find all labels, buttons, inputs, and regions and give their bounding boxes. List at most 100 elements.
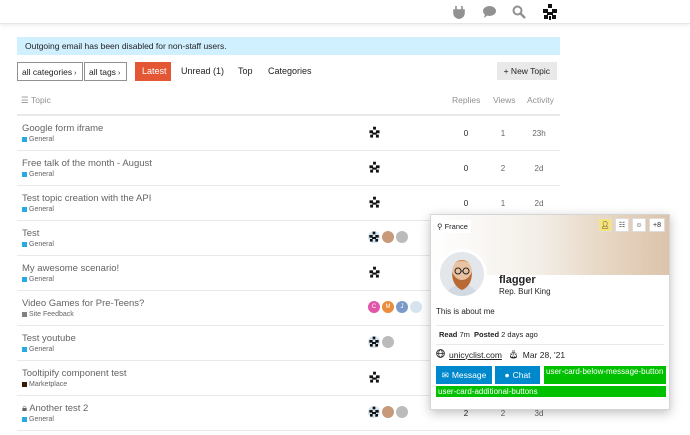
topic-title-link[interactable]: Video Games for Pre-Teens? — [22, 298, 144, 309]
replies-count: 0 — [463, 129, 469, 138]
topic-title-link[interactable]: Free talk of the month - August — [22, 158, 152, 169]
search-icon[interactable] — [510, 3, 528, 21]
category-name: General — [29, 136, 54, 143]
website: unicyclist.com — [436, 349, 502, 360]
poster-avatar[interactable] — [368, 371, 381, 384]
poster-avatar[interactable] — [382, 336, 394, 348]
website-link[interactable]: unicyclist.com — [449, 350, 502, 360]
activity-time[interactable]: 2d — [528, 199, 550, 208]
topic-title-link[interactable]: Test — [22, 228, 39, 239]
user-avatar-large[interactable] — [437, 249, 487, 299]
cake-icon: 🎂︎ — [508, 349, 519, 359]
topic-title-link[interactable]: Test topic creation with the API — [22, 193, 151, 204]
posters: C M J — [368, 301, 422, 313]
globe-icon — [436, 349, 445, 360]
chat-button[interactable]: ● Chat — [495, 366, 540, 384]
email-disabled-notice: Outgoing email has been disabled for non… — [17, 37, 560, 55]
poster-avatar[interactable] — [368, 336, 380, 348]
category-badge[interactable]: General — [22, 136, 54, 143]
column-topic[interactable]: Topic — [31, 95, 51, 105]
topic-row: Free talk of the month - August General … — [17, 151, 560, 186]
posters — [368, 196, 381, 209]
user-card-additional-buttons-outlet: user-card-additional-buttons — [436, 386, 666, 397]
list-icon: ☰ — [21, 95, 29, 105]
badge-icon[interactable]: ☷ — [615, 218, 629, 232]
poster-avatar[interactable] — [382, 406, 394, 418]
poster-avatar[interactable] — [382, 231, 394, 243]
user-stats: Read 7m Posted 2 days ago — [439, 330, 538, 339]
column-replies[interactable]: Replies — [452, 95, 480, 105]
topic-title-link[interactable]: 🔒︎ Another test 2 — [22, 403, 88, 414]
views-count: 1 — [500, 129, 506, 138]
category-badge[interactable]: Site Feedback — [22, 311, 74, 318]
poster-avatar[interactable] — [368, 231, 380, 243]
username[interactable]: flagger — [499, 274, 536, 286]
tab-latest[interactable]: Latest — [135, 62, 171, 81]
smiley-badge-icon[interactable]: ☺ — [632, 218, 646, 232]
read-value: 7m — [459, 330, 470, 339]
activity-time[interactable]: 2d — [528, 164, 550, 173]
category-badge[interactable]: General — [22, 241, 54, 248]
tab-top[interactable]: Top — [232, 62, 259, 81]
category-badge[interactable]: General — [22, 171, 54, 178]
activity-time[interactable]: 23h — [528, 129, 550, 138]
divider — [436, 325, 664, 326]
topic-title-link[interactable]: Google form iframe — [22, 123, 103, 134]
poster-avatar[interactable] — [368, 406, 380, 418]
message-button-label: Message — [451, 370, 487, 380]
category-badge[interactable]: General — [22, 206, 54, 213]
topic-navigation: all categories › all tags › Latest Unread … — [17, 62, 560, 81]
topic-title-link[interactable]: Tooltipify component test — [22, 368, 127, 379]
category-badge[interactable]: General — [22, 276, 54, 283]
user-card-below-message-button-outlet: user-card-below-message-button — [544, 366, 666, 384]
activity-time[interactable]: 3d — [528, 409, 550, 418]
category-name: Site Feedback — [29, 311, 74, 318]
poster-avatar[interactable] — [368, 266, 381, 279]
views-count: 1 — [500, 199, 506, 208]
tags-dropdown[interactable]: all tags › — [84, 62, 127, 81]
category-badge[interactable]: Marketplace — [22, 381, 67, 388]
site-header — [0, 0, 690, 24]
message-button[interactable]: ✉ Message — [436, 366, 492, 384]
topic-row: Google form iframe General 0 1 23h — [17, 116, 560, 151]
category-badge[interactable]: General — [22, 416, 54, 423]
poster-avatar[interactable]: J — [396, 301, 408, 313]
poster-avatar[interactable] — [368, 161, 381, 174]
poster-avatar[interactable] — [368, 126, 381, 139]
tab-categories[interactable]: Categories — [262, 62, 318, 81]
posted-value: 2 days ago — [501, 330, 538, 339]
birthday-date: Mar 28, '21 — [522, 349, 566, 360]
birthday: 🎂︎ Mar 28, '21 — [508, 349, 565, 360]
poster-avatar[interactable] — [396, 231, 408, 243]
topic-title-link[interactable]: Test youtube — [22, 333, 76, 344]
category-badge[interactable]: General — [22, 346, 54, 353]
replies-count: 0 — [463, 164, 469, 173]
chat-icon[interactable] — [480, 3, 498, 21]
chevron-right-icon: › — [74, 70, 77, 77]
plugin-icon[interactable] — [450, 3, 468, 21]
poster-avatar[interactable]: M — [382, 301, 394, 313]
topic-title-link[interactable]: My awesome scenario! — [22, 263, 119, 274]
category-name: General — [29, 346, 54, 353]
badge-icon[interactable]: 👤︎ — [598, 218, 612, 232]
posters — [368, 161, 381, 174]
column-activity[interactable]: Activity — [527, 95, 554, 105]
categories-dropdown[interactable]: all categories › — [17, 62, 83, 81]
header-icons — [450, 2, 560, 22]
user-avatar[interactable] — [540, 2, 560, 22]
poster-avatar[interactable] — [410, 301, 422, 313]
posters — [368, 266, 381, 279]
poster-avatar[interactable]: C — [368, 301, 380, 313]
new-topic-button[interactable]: + New Topic — [496, 62, 557, 80]
more-badges[interactable]: +8 — [649, 218, 665, 232]
views-count: 2 — [500, 409, 506, 418]
map-marker-icon: ⚲ — [437, 222, 443, 231]
column-views[interactable]: Views — [493, 95, 516, 105]
tab-unread[interactable]: Unread (1) — [175, 62, 230, 81]
user-title: Rep. Burl King — [499, 287, 551, 296]
tags-dropdown-label: all tags — [89, 67, 116, 77]
category-name: General — [29, 206, 54, 213]
poster-avatar[interactable] — [396, 406, 408, 418]
poster-avatar[interactable] — [368, 196, 381, 209]
location-text: France — [444, 222, 468, 231]
